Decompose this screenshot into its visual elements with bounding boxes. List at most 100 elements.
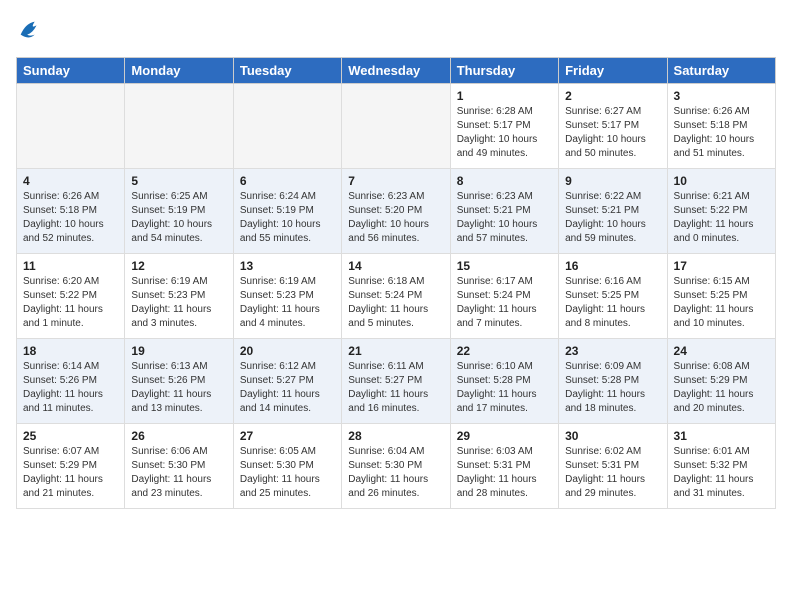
day-info: Sunrise: 6:01 AM Sunset: 5:32 PM Dayligh… [674, 445, 769, 501]
calendar-table: SundayMondayTuesdayWednesdayThursdayFrid… [16, 57, 776, 509]
calendar-day-cell: 26Sunrise: 6:06 AM Sunset: 5:30 PM Dayli… [125, 424, 233, 509]
calendar-day-cell: 12 Sunrise: 6:19 AM Sunset: 5:23 PM Dayli… [125, 254, 233, 339]
day-info: Sunrise: 6:17 AM Sunset: 5:24 PM Dayligh… [457, 275, 552, 331]
logo-bird-icon [16, 16, 44, 49]
day-number: 20 [240, 344, 335, 358]
calendar-day-cell: 18Sunrise: 6:14 AM Sunset: 5:26 PM Dayli… [17, 339, 125, 424]
calendar-day-cell: 28Sunrise: 6:04 AM Sunset: 5:30 PM Dayli… [342, 424, 450, 509]
day-number: 14 [348, 259, 443, 273]
day-number: 2 [565, 89, 660, 103]
calendar-day-cell [17, 84, 125, 169]
calendar-day-cell: 17Sunrise: 6:15 AM Sunset: 5:25 PM Dayli… [667, 254, 775, 339]
day-number: 12 [131, 259, 226, 273]
day-info: Sunrise: 6:11 AM Sunset: 5:27 PM Dayligh… [348, 360, 443, 416]
day-info: Sunrise: 6:26 AM Sunset: 5:18 PM Dayligh… [23, 190, 118, 246]
weekday-header: Saturday [667, 58, 775, 84]
calendar-week-row: 11 Sunrise: 6:20 AM Sunset: 5:22 PM Dayli… [17, 254, 776, 339]
calendar-day-cell: 15 Sunrise: 6:17 AM Sunset: 5:24 PM Dayli… [450, 254, 558, 339]
day-number: 19 [131, 344, 226, 358]
day-number: 9 [565, 174, 660, 188]
calendar-day-cell: 21 Sunrise: 6:11 AM Sunset: 5:27 PM Dayli… [342, 339, 450, 424]
weekday-header: Friday [559, 58, 667, 84]
calendar-day-cell: 11 Sunrise: 6:20 AM Sunset: 5:22 PM Dayli… [17, 254, 125, 339]
header [16, 16, 776, 49]
calendar-day-cell: 31Sunrise: 6:01 AM Sunset: 5:32 PM Dayli… [667, 424, 775, 509]
calendar-day-cell: 25 Sunrise: 6:07 AM Sunset: 5:29 PM Dayli… [17, 424, 125, 509]
day-number: 23 [565, 344, 660, 358]
calendar-day-cell: 5 Sunrise: 6:25 AM Sunset: 5:19 PM Daylig… [125, 169, 233, 254]
calendar-day-cell: 8 Sunrise: 6:23 AM Sunset: 5:21 PM Daylig… [450, 169, 558, 254]
day-info: Sunrise: 6:13 AM Sunset: 5:26 PM Dayligh… [131, 360, 226, 416]
weekday-header: Sunday [17, 58, 125, 84]
day-number: 15 [457, 259, 552, 273]
calendar-week-row: 18Sunrise: 6:14 AM Sunset: 5:26 PM Dayli… [17, 339, 776, 424]
day-number: 21 [348, 344, 443, 358]
day-info: Sunrise: 6:22 AM Sunset: 5:21 PM Dayligh… [565, 190, 660, 246]
day-number: 25 [23, 429, 118, 443]
day-number: 13 [240, 259, 335, 273]
day-number: 22 [457, 344, 552, 358]
day-info: Sunrise: 6:21 AM Sunset: 5:22 PM Dayligh… [674, 190, 769, 246]
day-number: 10 [674, 174, 769, 188]
calendar-day-cell: 10 Sunrise: 6:21 AM Sunset: 5:22 PM Dayli… [667, 169, 775, 254]
day-info: Sunrise: 6:08 AM Sunset: 5:29 PM Dayligh… [674, 360, 769, 416]
day-info: Sunrise: 6:14 AM Sunset: 5:26 PM Dayligh… [23, 360, 118, 416]
calendar-week-row: 25 Sunrise: 6:07 AM Sunset: 5:29 PM Dayli… [17, 424, 776, 509]
day-number: 26 [131, 429, 226, 443]
day-info: Sunrise: 6:26 AM Sunset: 5:18 PM Dayligh… [674, 105, 769, 161]
day-number: 5 [131, 174, 226, 188]
calendar-day-cell: 24Sunrise: 6:08 AM Sunset: 5:29 PM Dayli… [667, 339, 775, 424]
day-info: Sunrise: 6:24 AM Sunset: 5:19 PM Dayligh… [240, 190, 335, 246]
day-info: Sunrise: 6:18 AM Sunset: 5:24 PM Dayligh… [348, 275, 443, 331]
day-info: Sunrise: 6:10 AM Sunset: 5:28 PM Dayligh… [457, 360, 552, 416]
day-number: 11 [23, 259, 118, 273]
day-info: Sunrise: 6:23 AM Sunset: 5:20 PM Dayligh… [348, 190, 443, 246]
day-number: 8 [457, 174, 552, 188]
calendar-day-cell: 1 Sunrise: 6:28 AM Sunset: 5:17 PM Daylig… [450, 84, 558, 169]
day-number: 1 [457, 89, 552, 103]
day-number: 4 [23, 174, 118, 188]
calendar-day-cell: 30 Sunrise: 6:02 AM Sunset: 5:31 PM Dayli… [559, 424, 667, 509]
weekday-header: Thursday [450, 58, 558, 84]
day-number: 30 [565, 429, 660, 443]
calendar-day-cell: 27 Sunrise: 6:05 AM Sunset: 5:30 PM Dayli… [233, 424, 341, 509]
day-info: Sunrise: 6:05 AM Sunset: 5:30 PM Dayligh… [240, 445, 335, 501]
day-info: Sunrise: 6:19 AM Sunset: 5:23 PM Dayligh… [131, 275, 226, 331]
calendar-day-cell: 23 Sunrise: 6:09 AM Sunset: 5:28 PM Dayli… [559, 339, 667, 424]
day-info: Sunrise: 6:12 AM Sunset: 5:27 PM Dayligh… [240, 360, 335, 416]
weekday-header: Monday [125, 58, 233, 84]
calendar-day-cell: 4 Sunrise: 6:26 AM Sunset: 5:18 PM Daylig… [17, 169, 125, 254]
day-info: Sunrise: 6:02 AM Sunset: 5:31 PM Dayligh… [565, 445, 660, 501]
day-number: 27 [240, 429, 335, 443]
day-number: 17 [674, 259, 769, 273]
calendar-day-cell: 7 Sunrise: 6:23 AM Sunset: 5:20 PM Daylig… [342, 169, 450, 254]
calendar-day-cell: 19 Sunrise: 6:13 AM Sunset: 5:26 PM Dayli… [125, 339, 233, 424]
day-info: Sunrise: 6:07 AM Sunset: 5:29 PM Dayligh… [23, 445, 118, 501]
day-number: 7 [348, 174, 443, 188]
calendar-week-row: 4 Sunrise: 6:26 AM Sunset: 5:18 PM Daylig… [17, 169, 776, 254]
day-info: Sunrise: 6:09 AM Sunset: 5:28 PM Dayligh… [565, 360, 660, 416]
day-info: Sunrise: 6:25 AM Sunset: 5:19 PM Dayligh… [131, 190, 226, 246]
calendar-header-row: SundayMondayTuesdayWednesdayThursdayFrid… [17, 58, 776, 84]
logo [16, 16, 48, 49]
day-number: 29 [457, 429, 552, 443]
calendar-week-row: 1 Sunrise: 6:28 AM Sunset: 5:17 PM Daylig… [17, 84, 776, 169]
day-info: Sunrise: 6:28 AM Sunset: 5:17 PM Dayligh… [457, 105, 552, 161]
calendar-day-cell [233, 84, 341, 169]
day-number: 3 [674, 89, 769, 103]
day-info: Sunrise: 6:03 AM Sunset: 5:31 PM Dayligh… [457, 445, 552, 501]
day-info: Sunrise: 6:19 AM Sunset: 5:23 PM Dayligh… [240, 275, 335, 331]
calendar-day-cell [342, 84, 450, 169]
calendar-day-cell: 16Sunrise: 6:16 AM Sunset: 5:25 PM Dayli… [559, 254, 667, 339]
day-info: Sunrise: 6:23 AM Sunset: 5:21 PM Dayligh… [457, 190, 552, 246]
weekday-header: Wednesday [342, 58, 450, 84]
page-container: SundayMondayTuesdayWednesdayThursdayFrid… [16, 16, 776, 509]
day-info: Sunrise: 6:20 AM Sunset: 5:22 PM Dayligh… [23, 275, 118, 331]
calendar-day-cell: 14 Sunrise: 6:18 AM Sunset: 5:24 PM Dayli… [342, 254, 450, 339]
calendar-day-cell: 20 Sunrise: 6:12 AM Sunset: 5:27 PM Dayli… [233, 339, 341, 424]
calendar-day-cell: 3 Sunrise: 6:26 AM Sunset: 5:18 PM Daylig… [667, 84, 775, 169]
calendar-day-cell: 22 Sunrise: 6:10 AM Sunset: 5:28 PM Dayli… [450, 339, 558, 424]
day-info: Sunrise: 6:16 AM Sunset: 5:25 PM Dayligh… [565, 275, 660, 331]
weekday-header: Tuesday [233, 58, 341, 84]
day-number: 6 [240, 174, 335, 188]
